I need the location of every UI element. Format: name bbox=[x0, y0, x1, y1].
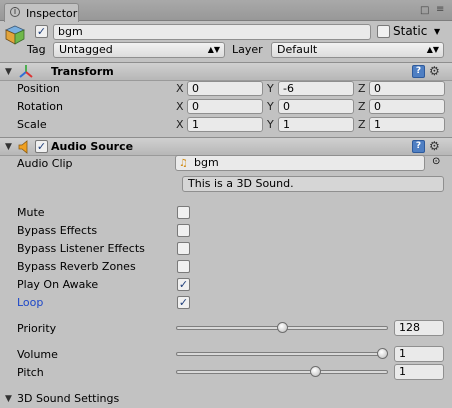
scale-x-field[interactable]: 1 bbox=[187, 117, 263, 132]
bypass-effects-label: Bypass Effects bbox=[17, 224, 98, 237]
gameobject-name-field[interactable]: bgm bbox=[53, 24, 371, 40]
mute-checkbox[interactable] bbox=[177, 206, 190, 219]
transform-header[interactable]: ▼ Transform ? ⚙ bbox=[0, 62, 452, 81]
tag-dropdown[interactable]: Untagged ▲▼ bbox=[53, 42, 225, 58]
transform-title: Transform bbox=[51, 65, 114, 78]
static-checkbox[interactable] bbox=[377, 25, 390, 38]
inspector-tab-bar: i Inspector □ ≡ bbox=[0, 0, 452, 22]
audio-clip-field[interactable]: ♫ bgm bbox=[175, 155, 425, 171]
lock-icon[interactable]: □ bbox=[420, 5, 429, 16]
loop-checkbox[interactable]: ✓ bbox=[177, 296, 190, 309]
scale-x-axis-label: X bbox=[176, 118, 184, 131]
transform-axes-icon bbox=[18, 63, 34, 82]
object-picker-icon[interactable]: ⊙ bbox=[432, 156, 440, 167]
scale-z-field[interactable]: 1 bbox=[369, 117, 445, 132]
audio-source-enabled-checkbox[interactable]: ✓ bbox=[35, 140, 48, 153]
bypass-effects-checkbox[interactable] bbox=[177, 224, 190, 237]
volume-slider-thumb[interactable] bbox=[377, 348, 388, 359]
position-x-field[interactable]: 0 bbox=[187, 81, 263, 96]
rotation-z-field[interactable]: 0 bbox=[369, 99, 445, 114]
volume-slider-track[interactable] bbox=[176, 352, 388, 356]
bypass-listener-effects-checkbox[interactable] bbox=[177, 242, 190, 255]
pitch-slider-track[interactable] bbox=[176, 370, 388, 374]
tab-inspector-label: Inspector bbox=[26, 7, 78, 20]
foldout-expanded-icon[interactable]: ▼ bbox=[5, 67, 12, 77]
rotation-x-axis-label: X bbox=[176, 100, 184, 113]
scale-y-axis-label: Y bbox=[267, 118, 274, 131]
static-dropdown-arrow-icon[interactable]: ▼ bbox=[434, 27, 440, 36]
audio-clip-value: bgm bbox=[194, 156, 219, 169]
play-on-awake-label: Play On Awake bbox=[17, 278, 99, 291]
3d-sound-settings-label[interactable]: 3D Sound Settings bbox=[17, 392, 119, 405]
play-on-awake-checkbox[interactable]: ✓ bbox=[177, 278, 190, 291]
speaker-icon bbox=[17, 139, 33, 158]
gear-icon[interactable]: ⚙ bbox=[429, 139, 440, 153]
gameobject-active-checkbox[interactable]: ✓ bbox=[35, 25, 48, 38]
bypass-reverb-zones-label: Bypass Reverb Zones bbox=[17, 260, 136, 273]
position-x-axis-label: X bbox=[176, 82, 184, 95]
scale-y-field[interactable]: 1 bbox=[278, 117, 354, 132]
bypass-listener-effects-label: Bypass Listener Effects bbox=[17, 242, 145, 255]
priority-value-field[interactable]: 128 bbox=[394, 320, 444, 336]
rotation-z-axis-label: Z bbox=[358, 100, 366, 113]
position-y-field[interactable]: -6 bbox=[278, 81, 354, 96]
foldout-expanded-icon[interactable]: ▼ bbox=[5, 142, 12, 152]
audio-source-header[interactable]: ▼ ✓ Audio Source ? ⚙ bbox=[0, 137, 452, 156]
gameobject-cube-icon bbox=[5, 25, 25, 45]
loop-label: Loop bbox=[17, 296, 44, 309]
rotation-y-field[interactable]: 0 bbox=[278, 99, 354, 114]
priority-label: Priority bbox=[17, 322, 57, 335]
position-label: Position bbox=[17, 82, 60, 95]
layer-dropdown[interactable]: Default ▲▼ bbox=[271, 42, 444, 58]
tag-label: Tag bbox=[27, 43, 46, 56]
layer-value: Default bbox=[277, 43, 318, 56]
volume-value-field[interactable]: 1 bbox=[394, 346, 444, 362]
pitch-value-field[interactable]: 1 bbox=[394, 364, 444, 380]
layer-label: Layer bbox=[232, 43, 263, 56]
tab-inspector[interactable]: i Inspector bbox=[4, 3, 79, 22]
menu-icon[interactable]: ≡ bbox=[436, 4, 444, 15]
rotation-x-field[interactable]: 0 bbox=[187, 99, 263, 114]
gear-icon[interactable]: ⚙ bbox=[429, 64, 440, 78]
volume-label: Volume bbox=[17, 348, 58, 361]
static-label: Static bbox=[393, 24, 428, 38]
audio-clip-label: Audio Clip bbox=[17, 157, 73, 170]
info-icon: i bbox=[10, 7, 20, 17]
help-icon[interactable]: ? bbox=[412, 65, 425, 78]
priority-slider-thumb[interactable] bbox=[276, 322, 288, 333]
scale-z-axis-label: Z bbox=[358, 118, 366, 131]
position-z-field[interactable]: 0 bbox=[369, 81, 445, 96]
help-icon[interactable]: ? bbox=[412, 140, 425, 153]
rotation-label: Rotation bbox=[17, 100, 64, 113]
dropdown-arrows-icon: ▲▼ bbox=[426, 45, 439, 54]
rotation-y-axis-label: Y bbox=[267, 100, 274, 113]
pitch-slider-thumb[interactable] bbox=[310, 366, 321, 377]
pitch-label: Pitch bbox=[17, 366, 44, 379]
mute-label: Mute bbox=[17, 206, 45, 219]
audio-clip-icon: ♫ bbox=[179, 158, 188, 169]
dropdown-arrows-icon: ▲▼ bbox=[207, 45, 220, 54]
tag-value: Untagged bbox=[59, 43, 113, 56]
foldout-expanded-icon[interactable]: ▼ bbox=[5, 394, 12, 404]
info-box: This is a 3D Sound. bbox=[182, 176, 444, 192]
audio-source-title: Audio Source bbox=[51, 140, 134, 153]
position-z-axis-label: Z bbox=[358, 82, 366, 95]
scale-label: Scale bbox=[17, 118, 47, 131]
position-y-axis-label: Y bbox=[267, 82, 274, 95]
bypass-reverb-zones-checkbox[interactable] bbox=[177, 260, 190, 273]
